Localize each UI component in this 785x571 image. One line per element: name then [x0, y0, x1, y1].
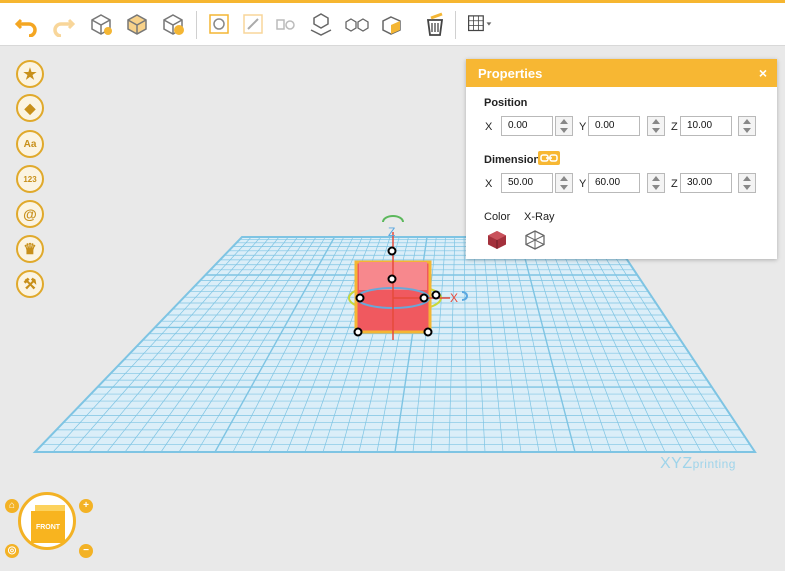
dimension-y-label: Y: [579, 178, 587, 190]
link-icon: [540, 154, 558, 162]
position-y-stepper[interactable]: [647, 116, 665, 136]
home-icon: ⌂: [8, 500, 16, 511]
place-on-bed-icon: [310, 13, 332, 36]
toolbar: [0, 3, 785, 46]
toolbar-separator: [196, 11, 197, 39]
color-label: Color: [484, 211, 511, 223]
view-cube-label: FRONT: [35, 523, 61, 531]
place-on-bed-button[interactable]: [306, 9, 336, 39]
position-label: Position: [484, 97, 528, 109]
mirror-button[interactable]: [342, 9, 372, 39]
dimension-label: Dimension: [484, 154, 541, 166]
xray-cube-icon: [525, 230, 545, 250]
zoom-out-icon: −: [83, 545, 89, 556]
paint-button[interactable]: [378, 9, 408, 39]
dimension-x-label: X: [485, 178, 493, 190]
zoom-out-button[interactable]: −: [79, 544, 93, 558]
position-y-label: Y: [579, 121, 587, 133]
align-icon: [209, 14, 229, 34]
delete-icon: [426, 12, 444, 36]
duplicate-button[interactable]: [270, 9, 300, 39]
paint-icon: [382, 16, 401, 35]
add-object-button[interactable]: [86, 9, 116, 39]
position-z-input[interactable]: 10.00: [680, 116, 732, 136]
position-x-input[interactable]: 0.00: [501, 116, 553, 136]
xray-toggle-button[interactable]: [524, 229, 546, 256]
dimension-y-input[interactable]: 60.00: [588, 173, 640, 193]
grid-view-dropdown[interactable]: [462, 9, 498, 39]
xray-label: X-Ray: [524, 211, 555, 223]
dimension-x-input[interactable]: 50.00: [501, 173, 553, 193]
close-icon[interactable]: ×: [759, 65, 767, 81]
add-object-icon: [91, 14, 112, 35]
merge-objects-button[interactable]: [158, 9, 188, 39]
ungroup-icon: [243, 14, 263, 34]
duplicate-icon: [276, 19, 295, 30]
properties-header: Properties ×: [466, 59, 777, 87]
group-objects-button[interactable]: [122, 9, 152, 39]
x-axis-label: X: [450, 291, 458, 305]
group-objects-icon: [127, 14, 147, 35]
position-z-stepper[interactable]: [738, 116, 756, 136]
align-button[interactable]: [204, 9, 234, 39]
undo-button[interactable]: [12, 9, 42, 39]
dimension-z-input[interactable]: 30.00: [680, 173, 732, 193]
properties-title: Properties: [478, 65, 543, 81]
mirror-icon: [345, 18, 369, 32]
grid-view-icon: [468, 15, 492, 32]
zoom-in-icon: +: [83, 500, 89, 511]
toolbar-separator: [455, 11, 456, 39]
color-swatch-button[interactable]: [486, 229, 508, 256]
color-cube-icon: [488, 231, 506, 249]
dimension-y-stepper[interactable]: [647, 173, 665, 193]
position-z-label: Z: [671, 121, 678, 133]
redo-icon: [53, 18, 76, 37]
undo-icon: [14, 18, 37, 37]
lock-ratio-toggle[interactable]: [538, 151, 560, 165]
properties-panel: Properties × Position X 0.00 Y 0.00 Z 10…: [466, 59, 777, 259]
home-view-button[interactable]: ⌂: [5, 499, 19, 513]
dimension-z-label: Z: [671, 178, 678, 190]
delete-button[interactable]: [420, 9, 450, 39]
camera-icon: ◎: [7, 545, 17, 556]
position-y-input[interactable]: 0.00: [588, 116, 640, 136]
redo-button[interactable]: [48, 9, 78, 39]
brand-watermark: XYZprinting: [660, 455, 736, 472]
view-cube-front[interactable]: FRONT: [31, 511, 65, 543]
screenshot-button[interactable]: ◎: [5, 544, 19, 558]
z-axis-label: Z: [388, 225, 395, 239]
merge-objects-icon: [163, 14, 184, 35]
ungroup-button[interactable]: [238, 9, 268, 39]
dimension-z-stepper[interactable]: [738, 173, 756, 193]
position-x-label: X: [485, 121, 493, 133]
zoom-in-button[interactable]: +: [79, 499, 93, 513]
dimension-x-stepper[interactable]: [555, 173, 573, 193]
position-x-stepper[interactable]: [555, 116, 573, 136]
